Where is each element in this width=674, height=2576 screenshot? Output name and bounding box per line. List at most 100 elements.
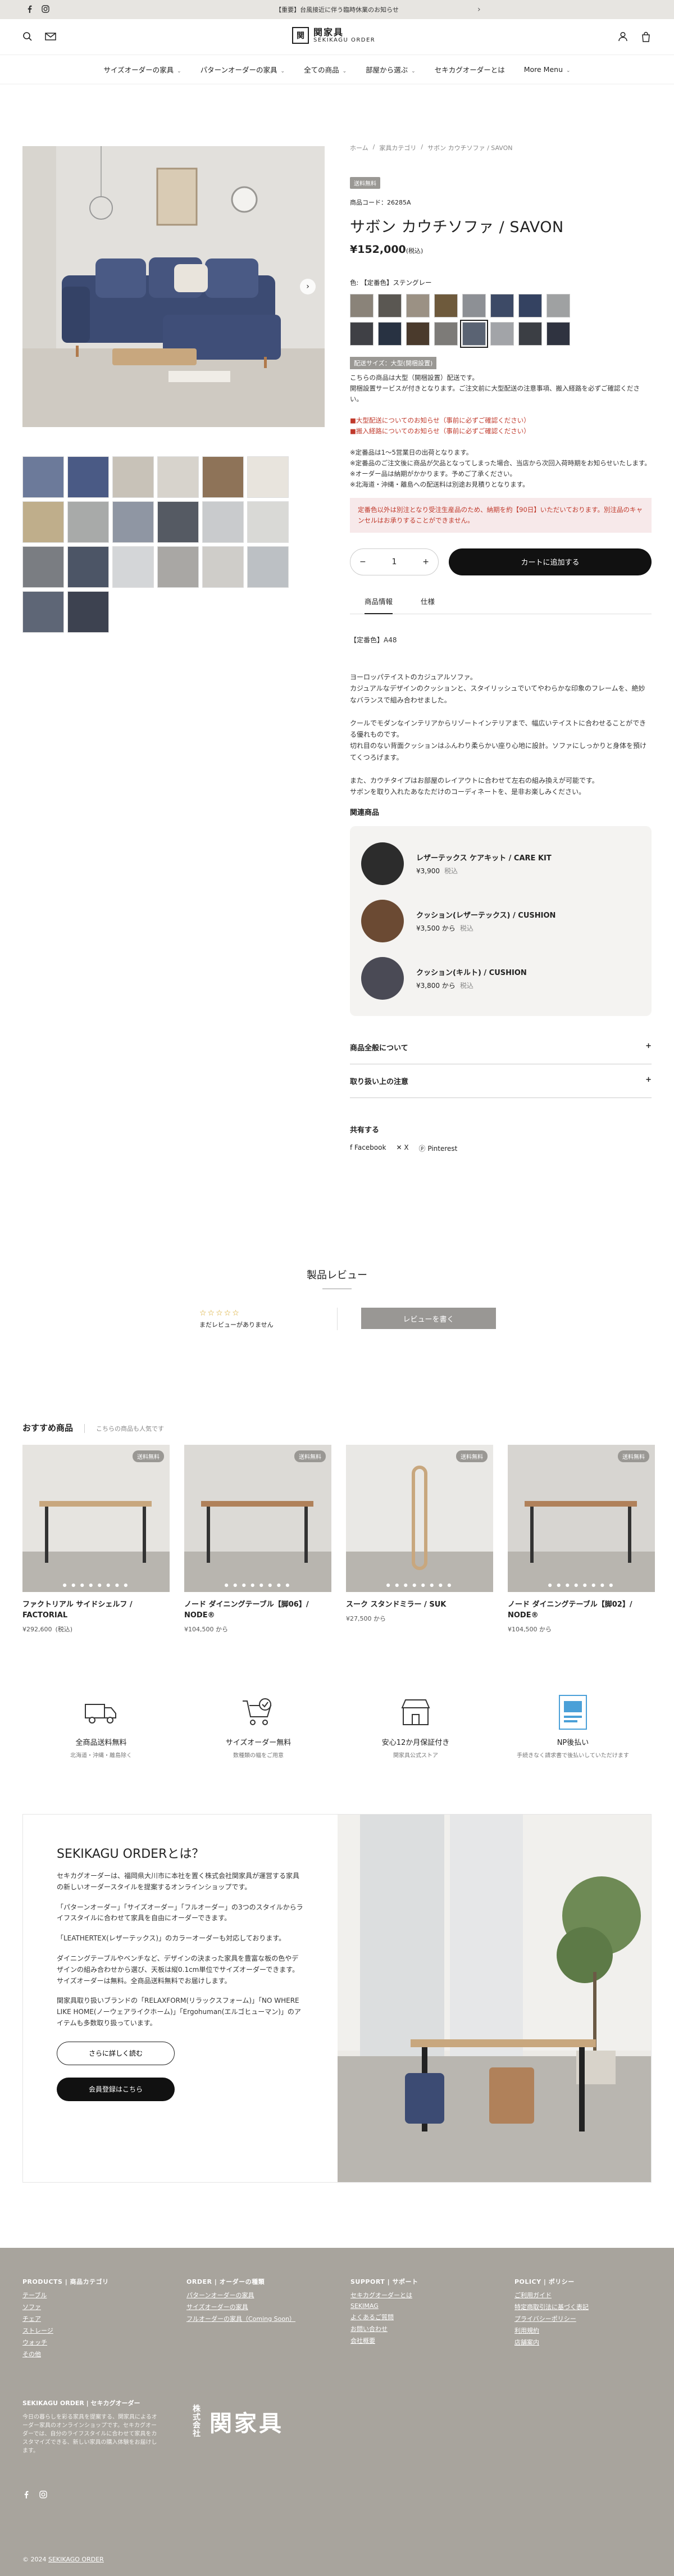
related-item[interactable]: レザーテックス ケアキット / CARE KIT ¥3,900 税込 bbox=[361, 835, 640, 892]
product-card[interactable]: 送料無料 ● ● ● ● ● ● ● ● スーク スタンドミラー / SUK ¥27,… bbox=[346, 1445, 493, 1634]
footer-link[interactable]: 特定商取引法に基づく表記 bbox=[514, 2302, 674, 2311]
product-card-name[interactable]: ファクトリアル サイドシェルフ / FACTORIAL bbox=[22, 1600, 170, 1621]
share-pinterest[interactable]: ⓟ Pinterest bbox=[419, 1144, 458, 1153]
thumbnail-7[interactable] bbox=[67, 501, 109, 543]
color-swatch[interactable] bbox=[518, 322, 542, 346]
thumbnail-0[interactable] bbox=[22, 456, 64, 498]
thumbnail-2[interactable] bbox=[112, 456, 154, 498]
color-swatch[interactable] bbox=[490, 294, 514, 318]
add-to-cart-button[interactable]: カートに追加する bbox=[449, 548, 652, 575]
thumbnail-11[interactable] bbox=[247, 501, 289, 543]
color-swatch[interactable] bbox=[350, 322, 374, 346]
thumbnail-16[interactable] bbox=[202, 546, 244, 588]
breadcrumb-item[interactable]: 家具カテゴリ bbox=[379, 143, 416, 152]
nav-item-3[interactable]: 部屋から選ぶ ⌄ bbox=[366, 64, 416, 75]
chevron-right-icon[interactable]: › bbox=[477, 5, 481, 14]
footer-link[interactable]: セキカグオーダーとは bbox=[350, 2291, 514, 2300]
nav-item-5[interactable]: More Menu ⌄ bbox=[524, 65, 571, 74]
color-swatch[interactable] bbox=[434, 322, 458, 346]
carousel-dots[interactable]: ● ● ● ● ● ● ● ● bbox=[346, 1582, 493, 1588]
footer-link[interactable]: ウォッチ bbox=[22, 2338, 186, 2347]
product-card-name[interactable]: ノード ダイニングテーブル【脚06】/ NODE® bbox=[184, 1600, 331, 1621]
instagram-icon[interactable] bbox=[39, 2491, 47, 2501]
footer-link[interactable]: テーブル bbox=[22, 2291, 186, 2300]
product-card-name[interactable]: ノード ダイニングテーブル【脚02】/ NODE® bbox=[508, 1600, 655, 1621]
footer-link[interactable]: その他 bbox=[22, 2350, 186, 2359]
color-swatch[interactable] bbox=[434, 294, 458, 318]
delivery-note-line[interactable]: ■搬入経路についてのお知らせ（事前に必ずご確認ください） bbox=[350, 426, 652, 437]
thumbnail-9[interactable] bbox=[157, 501, 199, 543]
color-swatch[interactable] bbox=[378, 294, 402, 318]
footer-link[interactable]: サイズオーダーの家具 bbox=[186, 2302, 350, 2311]
nav-item-1[interactable]: パターンオーダーの家具 ⌄ bbox=[201, 64, 285, 75]
color-swatch[interactable] bbox=[547, 322, 570, 346]
footer-link[interactable]: ソファ bbox=[22, 2302, 186, 2311]
color-swatch[interactable] bbox=[378, 322, 402, 346]
write-review-button[interactable]: レビューを書く bbox=[361, 1308, 496, 1329]
footer-link[interactable]: チェア bbox=[22, 2314, 186, 2323]
color-swatch[interactable] bbox=[350, 294, 374, 318]
nav-item-0[interactable]: サイズオーダーの家具 ⌄ bbox=[103, 64, 181, 75]
thumbnail-6[interactable] bbox=[22, 501, 64, 543]
qty-plus-button[interactable]: + bbox=[422, 557, 429, 566]
footer-link[interactable]: ストレージ bbox=[22, 2326, 186, 2335]
color-swatch[interactable] bbox=[490, 322, 514, 346]
instagram-icon[interactable] bbox=[42, 5, 49, 15]
copyright-link[interactable]: SEKIKAGO ORDER bbox=[48, 2556, 104, 2563]
related-item[interactable]: クッション(レザーテックス) / CUSHION ¥3,500 から 税込 bbox=[361, 892, 640, 950]
thumbnail-19[interactable] bbox=[67, 591, 109, 633]
thumbnail-13[interactable] bbox=[67, 546, 109, 588]
footer-link[interactable]: パターンオーダーの家具 bbox=[186, 2291, 350, 2300]
accordion-general[interactable]: 商品全般について + bbox=[350, 1031, 652, 1065]
product-card-image[interactable]: 送料無料 ● ● ● ● ● ● ● ● bbox=[184, 1445, 331, 1592]
thumbnail-12[interactable] bbox=[22, 546, 64, 588]
site-logo[interactable]: 関 関家具 SEKIKAGU ORDER bbox=[292, 27, 375, 44]
tab-product-info[interactable]: 商品情報 bbox=[365, 596, 393, 614]
color-swatch[interactable] bbox=[406, 322, 430, 346]
breadcrumb-item[interactable]: ホーム bbox=[350, 143, 368, 152]
product-card[interactable]: 送料無料 ● ● ● ● ● ● ● ● ノード ダイニングテーブル【脚02】/ N… bbox=[508, 1445, 655, 1634]
color-swatch[interactable] bbox=[518, 294, 542, 318]
quantity-stepper[interactable]: − 1 + bbox=[350, 548, 439, 575]
qty-value[interactable]: 1 bbox=[392, 557, 397, 566]
product-card[interactable]: 送料無料 ● ● ● ● ● ● ● ● ファクトリアル サイドシェルフ / FAC… bbox=[22, 1445, 170, 1634]
thumbnail-1[interactable] bbox=[67, 456, 109, 498]
color-swatch[interactable] bbox=[547, 294, 570, 318]
share-x[interactable]: ✕ X bbox=[396, 1144, 408, 1153]
thumbnail-4[interactable] bbox=[202, 456, 244, 498]
nav-item-2[interactable]: 全ての商品 ⌄ bbox=[304, 64, 347, 75]
announcement-link[interactable]: 【重要】台風接近に伴う臨時休業のお知らせ bbox=[275, 5, 399, 14]
thumbnail-17[interactable] bbox=[247, 546, 289, 588]
footer-logo[interactable]: 株式会社 関家具 bbox=[193, 2405, 284, 2438]
footer-link[interactable]: 利用規約 bbox=[514, 2326, 674, 2335]
footer-link[interactable]: 会社概要 bbox=[350, 2336, 514, 2345]
facebook-icon[interactable] bbox=[26, 5, 34, 15]
product-card-name[interactable]: スーク スタンドミラー / SUK bbox=[346, 1600, 493, 1611]
accordion-care[interactable]: 取り扱い上の注意 + bbox=[350, 1064, 652, 1099]
next-image-button[interactable]: › bbox=[300, 279, 316, 294]
register-button[interactable]: 会員登録はこちら bbox=[57, 2077, 175, 2101]
footer-link[interactable]: SEKIMAG bbox=[350, 2302, 514, 2310]
qty-minus-button[interactable]: − bbox=[359, 557, 366, 566]
nav-item-4[interactable]: セキカグオーダーとは bbox=[435, 64, 505, 75]
footer-link[interactable]: プライバシーポリシー bbox=[514, 2314, 674, 2323]
product-card-image[interactable]: 送料無料 ● ● ● ● ● ● ● ● bbox=[22, 1445, 170, 1592]
cart-icon[interactable] bbox=[640, 31, 652, 45]
carousel-dots[interactable]: ● ● ● ● ● ● ● ● bbox=[508, 1582, 655, 1588]
share-facebook[interactable]: f Facebook bbox=[350, 1144, 386, 1153]
footer-link[interactable]: ご利用ガイド bbox=[514, 2291, 674, 2300]
carousel-dots[interactable]: ● ● ● ● ● ● ● ● bbox=[184, 1582, 331, 1588]
tab-specs[interactable]: 仕様 bbox=[421, 596, 435, 614]
color-swatch[interactable] bbox=[462, 294, 486, 318]
facebook-icon[interactable] bbox=[22, 2491, 30, 2501]
mail-icon[interactable] bbox=[45, 31, 56, 44]
thumbnail-14[interactable] bbox=[112, 546, 154, 588]
search-icon[interactable] bbox=[22, 31, 33, 44]
color-swatch[interactable] bbox=[406, 294, 430, 318]
footer-link[interactable]: 店舗案内 bbox=[514, 2338, 674, 2347]
product-card[interactable]: 送料無料 ● ● ● ● ● ● ● ● ノード ダイニングテーブル【脚06】/ N… bbox=[184, 1445, 331, 1634]
thumbnail-18[interactable] bbox=[22, 591, 64, 633]
thumbnail-3[interactable] bbox=[157, 456, 199, 498]
product-main-image[interactable]: › bbox=[22, 146, 325, 427]
footer-link[interactable]: フルオーダーの家具（Coming Soon） bbox=[186, 2314, 350, 2323]
